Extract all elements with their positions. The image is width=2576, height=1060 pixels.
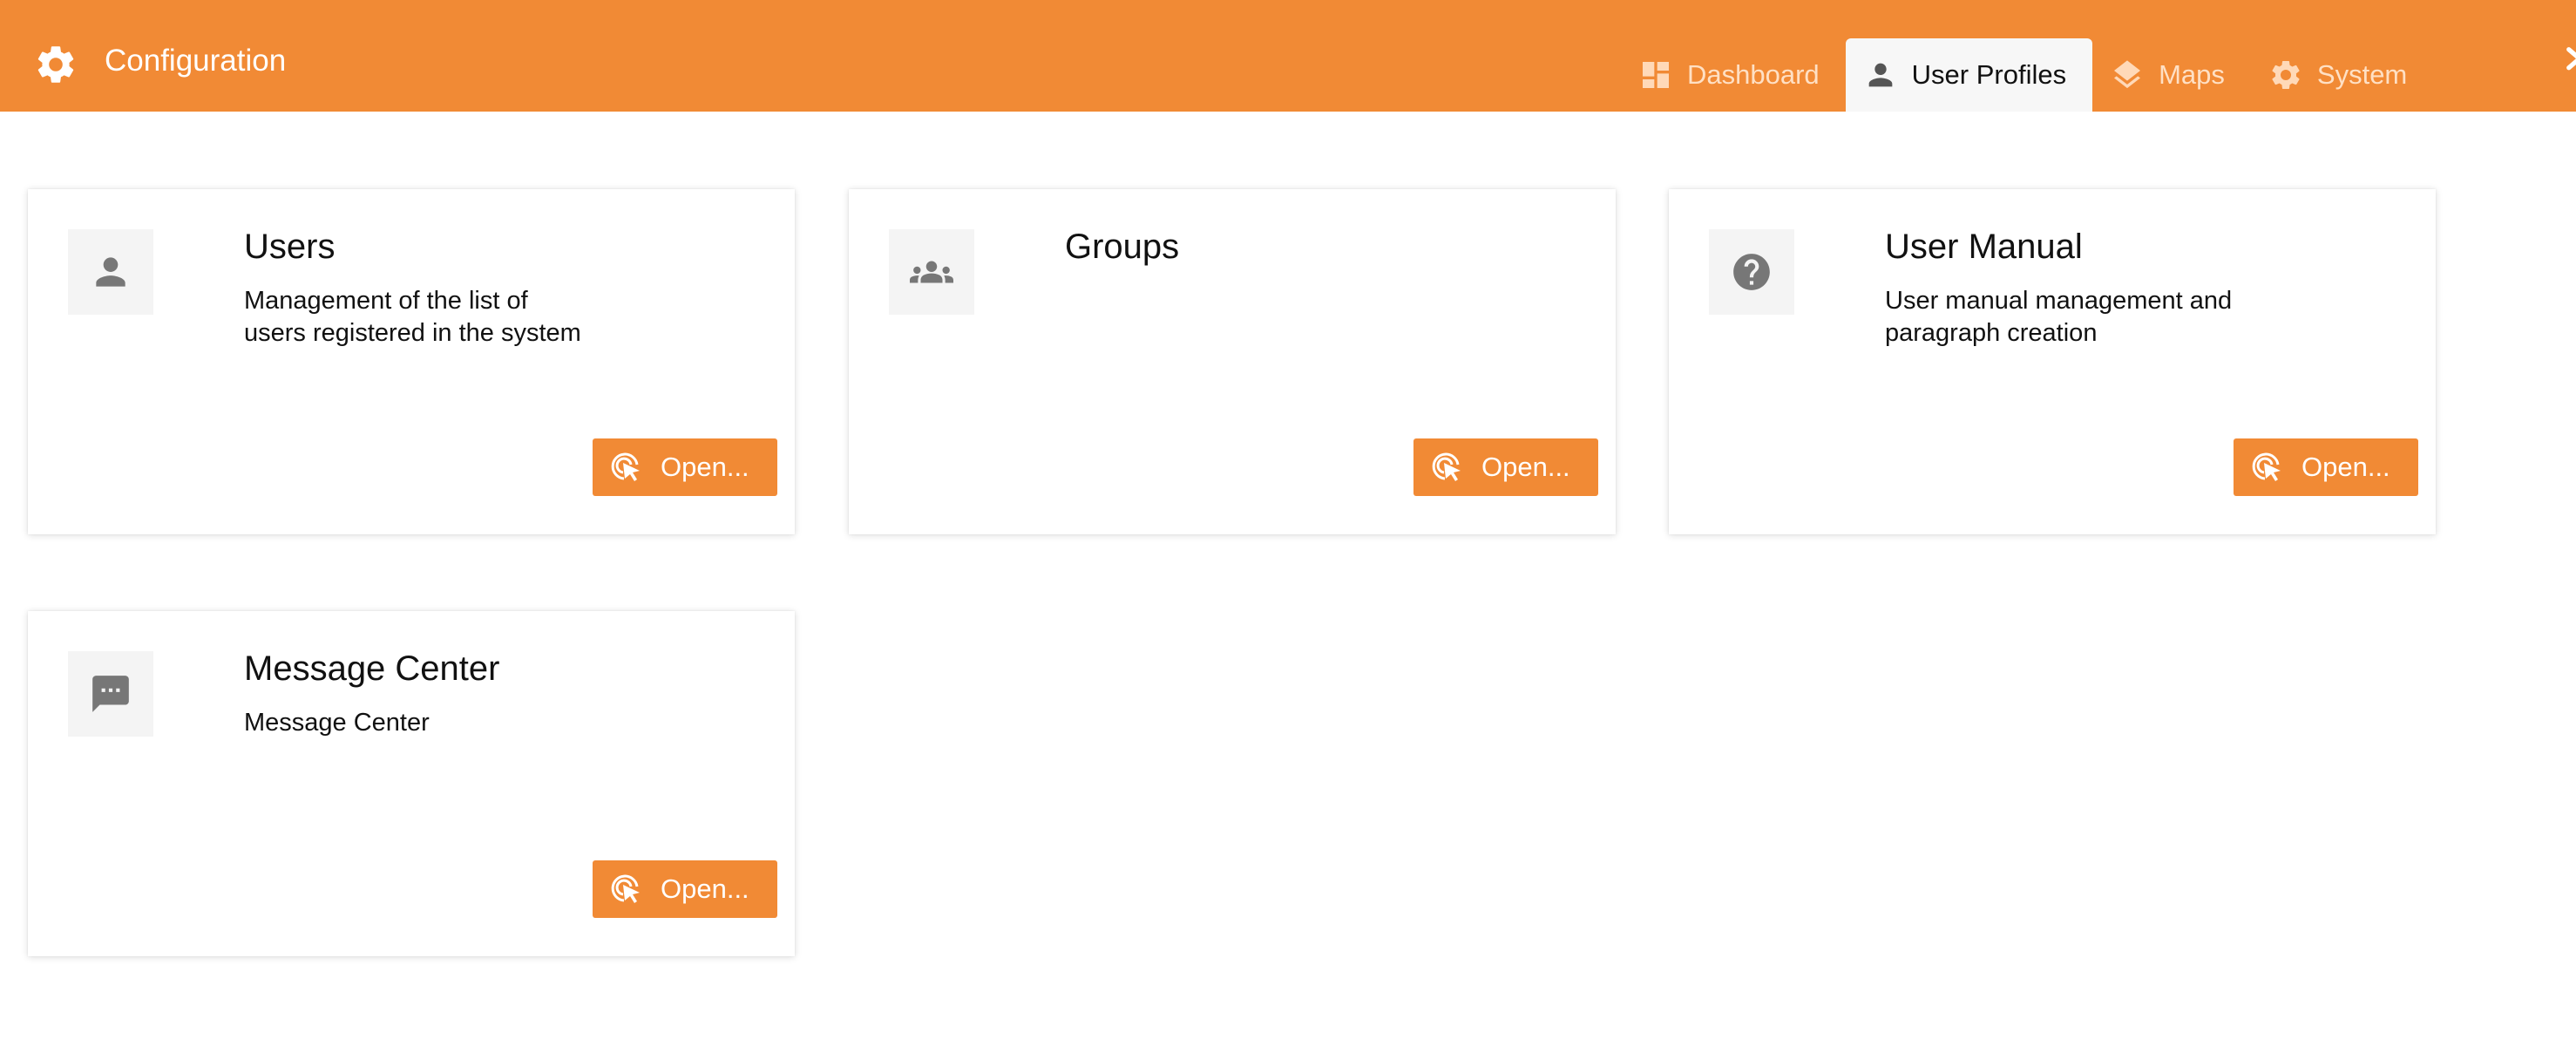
groups-card: Groups Open... bbox=[849, 189, 1616, 534]
tab-label: User Profiles bbox=[1911, 59, 2067, 90]
open-user-manual-button[interactable]: Open... bbox=[2234, 438, 2418, 496]
open-users-button[interactable]: Open... bbox=[593, 438, 777, 496]
card-description: User manual management and paragraph cre… bbox=[1885, 287, 2233, 347]
dashboard-icon bbox=[1638, 58, 1673, 92]
close-icon[interactable] bbox=[2559, 42, 2576, 78]
user-manual-card: User Manual User manual management and p… bbox=[1669, 189, 2436, 534]
app-header: Configuration Dashboard User Profiles Ma… bbox=[0, 0, 2576, 112]
tab-label: Maps bbox=[2159, 59, 2225, 90]
card-title: Groups bbox=[1065, 228, 1180, 266]
person-icon bbox=[68, 229, 153, 315]
person-icon bbox=[1863, 58, 1898, 92]
open-button-label: Open... bbox=[661, 452, 749, 482]
open-button-label: Open... bbox=[2301, 452, 2390, 482]
gear-icon bbox=[2268, 58, 2303, 92]
app-title: Configuration bbox=[105, 44, 287, 78]
chat-icon bbox=[68, 651, 153, 737]
card-description: Message Center bbox=[244, 709, 430, 737]
tab-label: System bbox=[2316, 59, 2408, 90]
tab-system[interactable]: System bbox=[2251, 38, 2433, 112]
card-title: User Manual bbox=[1885, 228, 2083, 266]
card-title: Users bbox=[244, 228, 336, 266]
touch-app-icon bbox=[1429, 450, 1464, 485]
open-message-center-button[interactable]: Open... bbox=[593, 860, 777, 918]
tab-dashboard[interactable]: Dashboard bbox=[1621, 38, 1846, 112]
open-button-label: Open... bbox=[1481, 452, 1570, 482]
touch-app-icon bbox=[2249, 450, 2284, 485]
help-icon bbox=[1709, 229, 1794, 315]
card-title: Message Center bbox=[244, 649, 500, 688]
tab-label: Dashboard bbox=[1687, 59, 1820, 90]
touch-app-icon bbox=[608, 872, 643, 907]
tab-maps[interactable]: Maps bbox=[2092, 38, 2251, 112]
layers-icon bbox=[2110, 58, 2145, 92]
users-card: Users Management of the list of users re… bbox=[28, 189, 795, 534]
group-icon bbox=[889, 229, 974, 315]
card-description: Management of the list of users register… bbox=[244, 287, 581, 347]
gear-icon bbox=[33, 42, 78, 87]
touch-app-icon bbox=[608, 450, 643, 485]
open-button-label: Open... bbox=[661, 873, 749, 904]
tab-bar: Dashboard User Profiles Maps System bbox=[1621, 38, 2433, 112]
open-groups-button[interactable]: Open... bbox=[1413, 438, 1598, 496]
message-center-card: Message Center Message Center Open... bbox=[28, 611, 795, 956]
tab-user-profiles[interactable]: User Profiles bbox=[1845, 38, 2093, 112]
